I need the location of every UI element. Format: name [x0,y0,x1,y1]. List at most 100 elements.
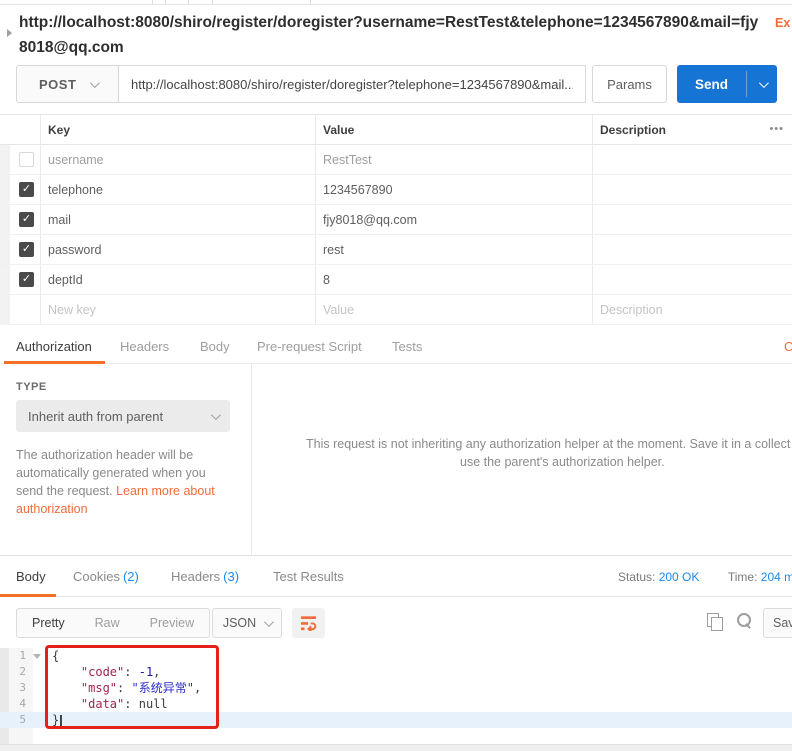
key-cell[interactable]: password [40,235,315,264]
collapse-caret-icon[interactable] [7,29,12,37]
key-cell[interactable]: telephone [40,175,315,204]
code-line[interactable]: 2 "code": -1, [0,664,792,680]
language-dropdown[interactable]: JSON [212,608,282,638]
code-token: , [153,665,160,679]
check-icon: ✓ [22,274,31,285]
status-label: Status: [618,570,655,584]
row-drag-handle[interactable] [0,235,10,264]
code-line[interactable]: 4 "data": null [0,696,792,712]
tab-divider [212,0,213,5]
header-value: Value [315,115,592,144]
save-response-button[interactable]: Sav [763,608,792,638]
method-dropdown[interactable]: POST [16,65,119,103]
code-token: : [124,697,138,711]
chevron-down-icon [211,410,221,420]
search-icon[interactable] [737,613,753,629]
word-wrap-button[interactable] [292,608,325,638]
key-cell[interactable]: deptId [40,265,315,294]
mode-raw[interactable]: Raw [80,609,135,637]
new-description-input[interactable] [600,303,782,317]
time-label: Time: [728,570,758,584]
auth-type-dropdown[interactable]: Inherit auth from parent [16,400,230,432]
code-line[interactable]: 5} [0,712,792,728]
send-options-button[interactable] [747,65,777,103]
row-checkbox[interactable]: ✓ [19,212,34,227]
row-checkbox[interactable]: ✓ [19,182,34,197]
mode-preview[interactable]: Preview [135,609,209,637]
new-value-input[interactable] [323,303,579,317]
row-checkbox[interactable]: ✓ [19,242,34,257]
value-cell[interactable]: RestTest [315,145,592,174]
mode-pretty[interactable]: Pretty [17,609,80,637]
description-cell[interactable] [592,145,792,174]
new-key-input[interactable] [48,303,302,317]
line-number: 1 [0,648,26,664]
row-drag-handle [0,295,10,324]
code-token: "code" [81,665,124,679]
value-cell[interactable]: 8 [315,265,592,294]
value-cell[interactable]: fjy8018@qq.com [315,205,592,234]
tab-body[interactable]: Body [200,339,230,354]
response-code-lines: 1{2 "code": -1,3 "msg": "系统异常",4 "data":… [0,648,792,728]
tab-pre-request-script[interactable]: Pre-request Script [257,339,362,354]
more-options-icon[interactable]: ••• [769,123,784,135]
row-drag-handle[interactable] [0,265,10,294]
status-value[interactable]: 200 OK [659,570,700,584]
tab-tests[interactable]: Tests [392,339,422,354]
postman-app: { "colors": { "accent_orange": "#F26B3A"… [0,0,792,751]
copy-icon[interactable] [707,613,721,630]
type-label: TYPE [16,381,47,393]
fold-caret-icon[interactable] [33,654,41,659]
value-cell[interactable]: rest [315,235,592,264]
description-cell[interactable] [592,235,792,264]
header-description: Description [592,115,792,144]
examples-link[interactable]: Ex [775,16,790,30]
line-number: 2 [0,664,26,680]
tab-headers[interactable]: Headers [120,339,169,354]
chevron-down-icon [264,617,274,627]
code-line[interactable]: 3 "msg": "系统异常", [0,680,792,696]
tab-divider [310,0,311,5]
tab-response-body[interactable]: Body [16,569,46,584]
new-key-cell [40,295,315,324]
tab-cookies[interactable]: Cookies(2) [73,569,139,584]
key-cell[interactable]: mail [40,205,315,234]
code-token: : [117,681,131,695]
table-row: ✓ username RestTest [0,145,792,175]
cookies-link-partial[interactable]: C [784,339,792,354]
tab-test-results[interactable]: Test Results [273,569,344,584]
value-cell[interactable]: 1234567890 [315,175,592,204]
time-value[interactable]: 204 ms [761,570,792,584]
table-row: ✓ password rest [0,235,792,265]
tab-authorization[interactable]: Authorization [16,339,92,354]
row-checkbox[interactable]: ✓ [19,272,34,287]
row-drag-handle[interactable] [0,145,10,174]
horizontal-scrollbar-track[interactable] [0,744,792,751]
new-value-cell [315,295,592,324]
description-cell[interactable] [592,265,792,294]
code-token: "系统异常" [131,681,193,695]
code-token: { [52,649,59,663]
send-button[interactable]: Send [677,65,777,103]
key-cell[interactable]: username [40,145,315,174]
table-row: ✓ telephone 1234567890 [0,175,792,205]
description-cell[interactable] [592,175,792,204]
code-token [52,681,81,695]
row-drag-handle[interactable] [0,175,10,204]
code-line[interactable]: 1{ [0,648,792,664]
tab-divider [152,0,153,5]
method-label: POST [39,77,76,92]
params-button[interactable]: Params [592,65,667,103]
code-token: -1 [139,665,153,679]
row-checkbox[interactable]: ✓ [19,152,34,167]
word-wrap-icon [299,615,318,631]
row-drag-handle[interactable] [0,205,10,234]
response-body-editor[interactable]: 1{2 "code": -1,3 "msg": "系统异常",4 "data":… [0,648,792,744]
request-url-line1: http://localhost:8080/shiro/register/dor… [19,14,758,56]
tab-response-headers[interactable]: Headers(3) [171,569,239,584]
request-tabs: Authorization Headers Body Pre-request S… [0,330,792,364]
description-cell[interactable] [592,205,792,234]
active-tab-underline [0,594,56,597]
url-input[interactable] [118,65,586,103]
check-icon: ✓ [22,184,31,195]
